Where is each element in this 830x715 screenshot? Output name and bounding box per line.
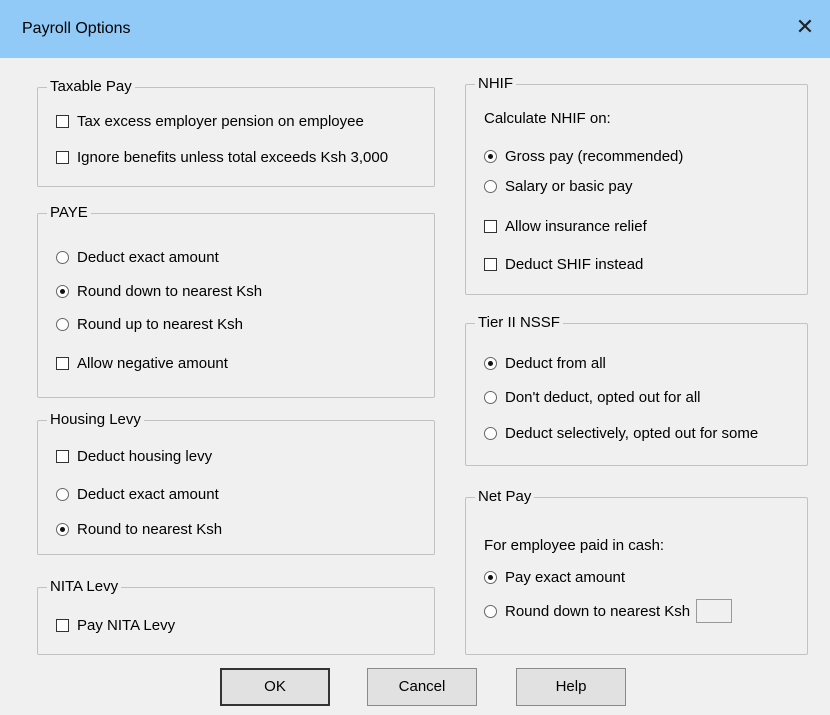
tier2-nssf-group: Tier II NSSF Deduct from all Don't deduc… [465, 314, 808, 466]
radio-label: Round down to nearest Ksh [77, 283, 263, 300]
radio-circle[interactable] [56, 250, 69, 264]
radio-circle[interactable] [56, 284, 69, 298]
cancel-button[interactable]: Cancel [367, 668, 477, 706]
allow-insurance-relief-checkbox[interactable]: Allow insurance relief [484, 217, 647, 237]
close-icon[interactable]: ✕ [790, 12, 820, 42]
nssf-dont-deduct-radio[interactable]: Don't deduct, opted out for all [484, 388, 701, 408]
checkbox-box[interactable] [56, 618, 69, 632]
radio-circle[interactable] [484, 356, 497, 370]
housing-deduct-exact-radio[interactable]: Deduct exact amount [56, 485, 219, 505]
nssf-deduct-selectively-radio[interactable]: Deduct selectively, opted out for some [484, 424, 758, 444]
checkbox-box[interactable] [56, 150, 69, 164]
radio-label: Round to nearest Ksh [77, 521, 223, 538]
ok-button[interactable]: OK [220, 668, 330, 706]
checkbox-box[interactable] [484, 257, 497, 271]
net-pay-round-down-radio[interactable]: Round down to nearest Ksh [484, 599, 733, 623]
taxable-pay-group: Taxable Pay Tax excess employer pension … [37, 78, 435, 187]
radio-label: Don't deduct, opted out for all [505, 389, 701, 406]
nssf-deduct-all-radio[interactable]: Deduct from all [484, 354, 606, 374]
ignore-benefits-checkbox[interactable]: Ignore benefits unless total exceeds Ksh… [56, 148, 388, 168]
net-pay-legend: Net Pay [475, 488, 535, 506]
checkbox-label: Deduct SHIF instead [505, 256, 644, 273]
paye-legend: PAYE [47, 204, 91, 222]
checkbox-box[interactable] [56, 114, 69, 128]
taxable-pay-legend: Taxable Pay [47, 78, 135, 96]
net-pay-prompt: For employee paid in cash: [484, 537, 665, 554]
housing-round-nearest-radio[interactable]: Round to nearest Ksh [56, 520, 222, 540]
checkbox-label: Deduct housing levy [77, 448, 213, 465]
nhif-prompt: Calculate NHIF on: [484, 110, 611, 127]
title-bar: Payroll Options ✕ [0, 0, 830, 58]
checkbox-label: Tax excess employer pension on employee [77, 113, 364, 130]
nhif-group: NHIF Calculate NHIF on: Gross pay (recom… [465, 75, 808, 295]
housing-levy-group: Housing Levy Deduct housing levy Deduct … [37, 411, 435, 555]
checkbox-label: Allow insurance relief [505, 218, 647, 235]
radio-label: Gross pay (recommended) [505, 148, 684, 165]
help-button[interactable]: Help [516, 668, 626, 706]
deduct-shif-checkbox[interactable]: Deduct SHIF instead [484, 255, 643, 275]
radio-circle[interactable] [484, 604, 497, 618]
rounding-amount-field[interactable] [696, 599, 733, 623]
radio-label: Salary or basic pay [505, 178, 633, 195]
paye-deduct-exact-radio[interactable]: Deduct exact amount [56, 248, 219, 268]
radio-label: Pay exact amount [505, 569, 626, 586]
radio-circle[interactable] [484, 390, 497, 404]
housing-levy-legend: Housing Levy [47, 411, 144, 429]
allow-negative-checkbox[interactable]: Allow negative amount [56, 354, 228, 374]
tax-excess-pension-checkbox[interactable]: Tax excess employer pension on employee [56, 112, 364, 132]
radio-label: Round down to nearest Ksh [505, 602, 691, 620]
radio-circle[interactable] [56, 317, 69, 331]
nhif-legend: NHIF [475, 75, 516, 93]
nita-levy-legend: NITA Levy [47, 578, 122, 596]
radio-label: Deduct selectively, opted out for some [505, 425, 759, 442]
checkbox-box[interactable] [56, 449, 69, 463]
net-pay-group: Net Pay For employee paid in cash: Pay e… [465, 488, 808, 655]
radio-circle[interactable] [484, 149, 497, 163]
radio-circle[interactable] [56, 487, 69, 501]
radio-label: Deduct exact amount [77, 249, 219, 266]
checkbox-box[interactable] [484, 219, 497, 233]
checkbox-label: Ignore benefits unless total exceeds Ksh… [77, 149, 389, 166]
radio-circle[interactable] [56, 522, 69, 536]
tier2-nssf-legend: Tier II NSSF [475, 314, 563, 332]
radio-circle[interactable] [484, 179, 497, 193]
net-pay-exact-radio[interactable]: Pay exact amount [484, 568, 625, 588]
radio-label: Deduct from all [505, 355, 606, 372]
pay-nita-levy-checkbox[interactable]: Pay NITA Levy [56, 616, 175, 636]
deduct-housing-levy-checkbox[interactable]: Deduct housing levy [56, 447, 212, 467]
paye-round-down-radio[interactable]: Round down to nearest Ksh [56, 282, 262, 302]
nhif-salary-radio[interactable]: Salary or basic pay [484, 177, 633, 197]
payroll-options-dialog: Payroll Options ✕ Taxable Pay Tax excess… [0, 0, 830, 715]
paye-group: PAYE Deduct exact amount Round down to n… [37, 204, 435, 398]
radio-label: Round up to nearest Ksh [77, 316, 243, 333]
checkbox-label: Allow negative amount [77, 355, 228, 372]
checkbox-box[interactable] [56, 356, 69, 370]
checkbox-label: Pay NITA Levy [77, 617, 176, 634]
nhif-gross-pay-radio[interactable]: Gross pay (recommended) [484, 147, 683, 167]
radio-label: Deduct exact amount [77, 486, 219, 503]
window-title: Payroll Options [22, 20, 131, 37]
radio-circle[interactable] [484, 570, 497, 584]
paye-round-up-radio[interactable]: Round up to nearest Ksh [56, 315, 243, 335]
nita-levy-group: NITA Levy Pay NITA Levy [37, 578, 435, 655]
radio-circle[interactable] [484, 426, 497, 440]
